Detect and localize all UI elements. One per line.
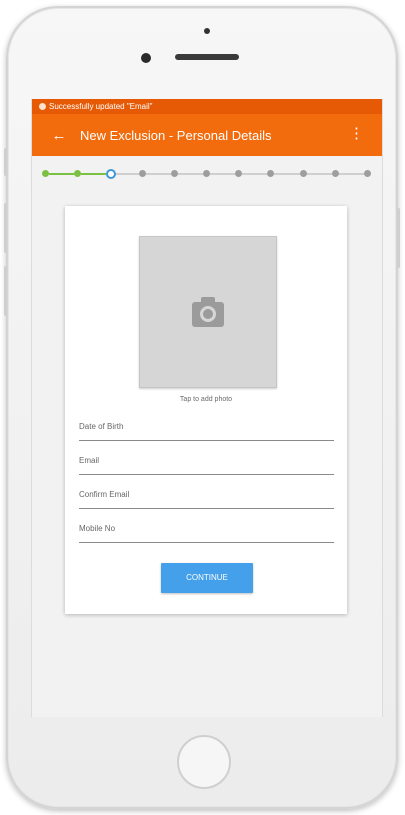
email-field[interactable]: Email bbox=[79, 454, 334, 475]
photo-hint: Tap to add photo bbox=[179, 396, 233, 403]
step-indicator bbox=[331, 170, 339, 177]
step-indicator bbox=[203, 170, 210, 177]
step-indicator bbox=[74, 170, 82, 177]
step-indicator bbox=[42, 170, 49, 177]
volume-up-button bbox=[4, 203, 7, 253]
step-connector bbox=[81, 173, 107, 175]
arrow-left-icon[interactable]: ← bbox=[44, 127, 74, 144]
page-title: New Exclusion - Personal Details bbox=[80, 127, 272, 143]
step-connector bbox=[242, 173, 268, 175]
step-indicator bbox=[299, 170, 307, 177]
home-button[interactable] bbox=[177, 735, 231, 789]
date-of-birth-field[interactable]: Date of Birth bbox=[79, 420, 334, 441]
status-bar: Successfully updated "Email" bbox=[32, 99, 382, 114]
proximity-sensor bbox=[204, 28, 210, 34]
progress-stepper bbox=[42, 169, 372, 179]
confirm-email-field[interactable]: Confirm Email bbox=[79, 488, 334, 509]
step-connector bbox=[306, 173, 332, 175]
volume-down-button bbox=[4, 266, 7, 316]
app-bar: ← New Exclusion - Personal Details ⋮ bbox=[32, 114, 382, 156]
power-button bbox=[397, 208, 400, 268]
more-vertical-icon[interactable]: ⋮ bbox=[349, 126, 364, 141]
step-indicator bbox=[138, 170, 146, 177]
step-indicator bbox=[170, 170, 178, 177]
personal-details-card: Tap to add photo Date of Birth Email Con… bbox=[65, 206, 347, 614]
step-indicator bbox=[235, 170, 243, 177]
front-camera bbox=[141, 53, 151, 63]
earpiece-speaker bbox=[175, 54, 239, 60]
step-connector bbox=[145, 173, 171, 175]
step-connector bbox=[177, 173, 203, 175]
step-indicator bbox=[267, 170, 275, 177]
mobile-number-field[interactable]: Mobile No bbox=[79, 522, 334, 543]
step-indicator bbox=[106, 169, 117, 179]
step-connector bbox=[338, 173, 364, 175]
status-text: Successfully updated "Email" bbox=[49, 102, 153, 111]
step-connector bbox=[49, 173, 75, 175]
continue-button[interactable]: CONTINUE bbox=[161, 563, 253, 593]
camera-icon bbox=[192, 297, 224, 327]
step-connector bbox=[274, 173, 300, 175]
step-connector bbox=[113, 173, 139, 175]
step-connector bbox=[210, 173, 236, 175]
step-indicator bbox=[364, 170, 371, 177]
app-screen: Successfully updated "Email" ← New Exclu… bbox=[31, 99, 383, 717]
notification-icon bbox=[39, 103, 46, 110]
mute-switch bbox=[4, 148, 7, 176]
add-photo-button[interactable] bbox=[139, 236, 277, 388]
